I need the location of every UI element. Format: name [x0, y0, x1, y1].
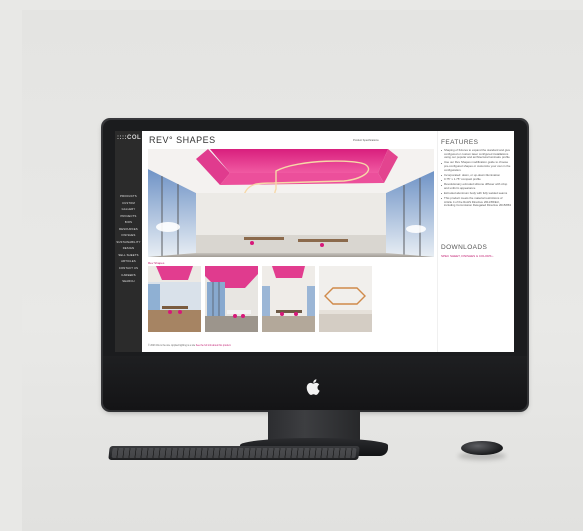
thumbnail-3-image [262, 266, 315, 332]
feature-item: Shaping of fixtures to expand the standa… [441, 148, 511, 160]
thumbnail-1-image [148, 266, 201, 332]
brand-logo[interactable]: ::::COL [117, 135, 141, 145]
nav-item-contact-us[interactable]: CONTACT US [115, 266, 142, 273]
feature-item: Revolutionary extruded silicone diffuser… [441, 182, 511, 190]
downloads-link[interactable]: SPEC SHEET, FINISHES & COLORS › [441, 254, 493, 258]
features-heading: FEATURES [441, 139, 479, 146]
panel-divider [437, 131, 438, 352]
downloads-heading: DOWNLOADS [441, 244, 488, 251]
footer-text: © 2023 this is the site. Applied lightin… [148, 345, 196, 347]
nav-list: PRODUCTS CUSTOM GALLERY PROJECTS BIOS RE… [115, 194, 142, 286]
thumbnail-1[interactable] [148, 266, 201, 332]
feature-item: Use our Rev Shapes modification guide to… [441, 160, 511, 172]
thumbnail-4[interactable] [319, 266, 372, 332]
features-list: Shaping of fixtures to expand the standa… [441, 148, 511, 209]
thumbnail-3[interactable] [262, 266, 315, 332]
thumbnail-caption: Rev Shapes [148, 261, 165, 265]
page-title: REV° SHAPES [149, 135, 216, 145]
hero-image[interactable] [148, 149, 434, 257]
thumbnail-gallery [148, 266, 438, 332]
left-navigation: ::::COL PRODUCTS CUSTOM GALLERY PROJECTS… [115, 131, 142, 352]
keyboard-keys [111, 448, 357, 458]
monitor-screen: ::::COL PRODUCTS CUSTOM GALLERY PROJECTS… [115, 131, 514, 352]
mouse [461, 441, 503, 455]
apple-logo-svg [306, 379, 320, 395]
footer-note: © 2023 this is the site. Applied lightin… [148, 345, 231, 347]
footer-link[interactable]: See the full info about this product. [196, 345, 231, 347]
thumbnail-4-image [319, 266, 372, 332]
thumbnail-2[interactable] [205, 266, 258, 332]
thumbnail-2-image [205, 266, 258, 332]
feature-item: This product meets the material restrict… [441, 196, 511, 208]
apple-logo-icon [305, 377, 323, 397]
nav-item-search[interactable]: SEARCH [115, 279, 142, 286]
keyboard [108, 446, 360, 460]
hero-illustration [148, 149, 434, 257]
product-spec-link[interactable]: Product Specifications [353, 139, 379, 142]
monitor-stand-neck [268, 410, 360, 440]
